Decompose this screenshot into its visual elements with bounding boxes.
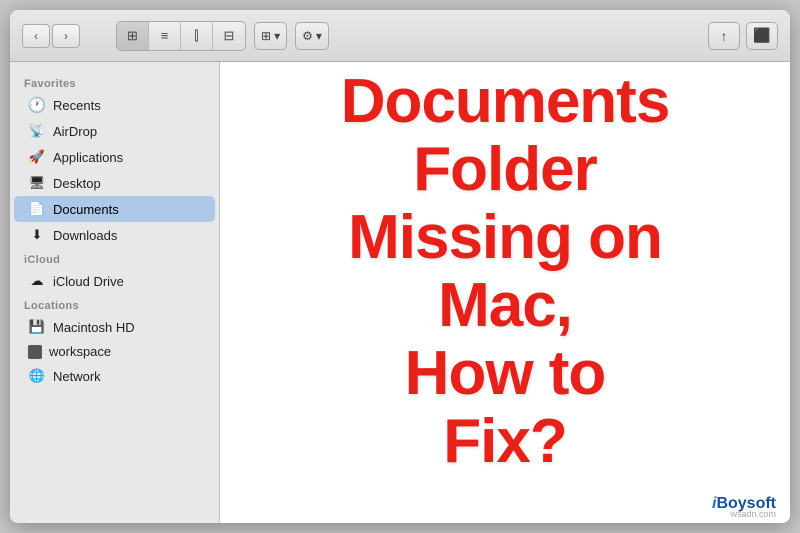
view-list-icon: ≡: [161, 28, 169, 43]
recents-icon: 🕐: [28, 96, 46, 114]
back-icon: ‹: [34, 29, 38, 43]
sidebar-item-desktop[interactable]: 🖥 Desktop: [14, 170, 215, 196]
icloud-icon: ☁: [28, 272, 46, 290]
sidebar-label-workspace: workspace: [49, 344, 111, 359]
gear-icon: ⚙: [302, 29, 313, 43]
sidebar-label-airdrop: AirDrop: [53, 124, 97, 139]
locations-header: Locations: [10, 294, 219, 314]
sidebar-label-documents: Documents: [53, 202, 119, 217]
sidebar-label-downloads: Downloads: [53, 228, 117, 243]
view-cover-button[interactable]: ⊟: [213, 22, 245, 50]
gear-dropdown[interactable]: ⚙ ▾: [295, 22, 329, 50]
back-button[interactable]: ‹: [22, 24, 50, 48]
sidebar-item-icloud-drive[interactable]: ☁ iCloud Drive: [14, 268, 215, 294]
view-cover-icon: ⊟: [224, 28, 235, 44]
toolbar-right: ↑ ⬛: [708, 22, 778, 50]
nav-buttons: ‹ ›: [22, 24, 80, 48]
icloud-header: iCloud: [10, 248, 219, 268]
sidebar-item-downloads[interactable]: ⬇ Downloads: [14, 222, 215, 248]
overlay-line3: How to Fix?: [405, 339, 606, 476]
downloads-icon: ⬇: [28, 226, 46, 244]
forward-button[interactable]: ›: [52, 24, 80, 48]
sidebar-label-macintosh-hd: Macintosh HD: [53, 320, 135, 335]
forward-icon: ›: [64, 29, 68, 43]
sidebar-item-macintosh-hd[interactable]: 💾 Macintosh HD: [14, 314, 215, 340]
overlay-line1: Documents Folder: [341, 66, 670, 203]
network-icon: 🌐: [28, 367, 46, 385]
overlay-text: Documents Folder Missing on Mac, How to …: [341, 67, 670, 476]
arrange-arrow-icon: ▾: [274, 29, 280, 43]
workspace-icon: [28, 345, 42, 359]
desktop-icon: 🖥: [28, 174, 46, 192]
share-button[interactable]: ↑: [708, 22, 740, 50]
gear-arrow-icon: ▾: [316, 29, 322, 43]
view-columns-button[interactable]: ⫿: [181, 22, 213, 50]
sidebar-label-network: Network: [53, 369, 101, 384]
toolbar: ‹ › ⊞ ≡ ⫿ ⊟ ⊞ ▾: [10, 10, 790, 62]
watermark-sub: wsadn.com: [730, 509, 776, 519]
applications-icon: 🚀: [28, 148, 46, 166]
macintosh-hd-icon: 💾: [28, 318, 46, 336]
sidebar-label-icloud-drive: iCloud Drive: [53, 274, 124, 289]
arrange-dropdown[interactable]: ⊞ ▾: [254, 22, 287, 50]
share-icon: ↑: [721, 28, 728, 44]
view-icon-icon: ⊞: [127, 28, 138, 44]
favorites-header: Favorites: [10, 72, 219, 92]
view-icon-button[interactable]: ⊞: [117, 22, 149, 50]
sidebar-item-workspace[interactable]: workspace: [14, 340, 215, 363]
sidebar-label-recents: Recents: [53, 98, 101, 113]
tag-button[interactable]: ⬛: [746, 22, 778, 50]
sidebar-item-network[interactable]: 🌐 Network: [14, 363, 215, 389]
sidebar-item-applications[interactable]: 🚀 Applications: [14, 144, 215, 170]
finder-window: ‹ › ⊞ ≡ ⫿ ⊟ ⊞ ▾: [10, 10, 790, 523]
main-panel: Documents Folder Missing on Mac, How to …: [220, 62, 790, 523]
sidebar: Favorites 🕐 Recents 📡 AirDrop 🚀 Applicat…: [10, 62, 220, 523]
airdrop-icon: 📡: [28, 122, 46, 140]
sidebar-item-airdrop[interactable]: 📡 AirDrop: [14, 118, 215, 144]
sidebar-label-applications: Applications: [53, 150, 123, 165]
tag-icon: ⬛: [753, 27, 770, 44]
sidebar-item-documents[interactable]: 📄 Documents: [14, 196, 215, 222]
content-area: Favorites 🕐 Recents 📡 AirDrop 🚀 Applicat…: [10, 62, 790, 523]
overlay-line2: Missing on Mac,: [348, 203, 662, 340]
sidebar-label-desktop: Desktop: [53, 176, 101, 191]
view-buttons-group: ⊞ ≡ ⫿ ⊟: [116, 21, 246, 51]
view-columns-icon: ⫿: [194, 28, 198, 44]
view-list-button[interactable]: ≡: [149, 22, 181, 50]
arrange-icon: ⊞: [261, 29, 271, 43]
sidebar-item-recents[interactable]: 🕐 Recents: [14, 92, 215, 118]
documents-icon: 📄: [28, 200, 46, 218]
overlay-title: Documents Folder Missing on Mac, How to …: [341, 67, 670, 476]
